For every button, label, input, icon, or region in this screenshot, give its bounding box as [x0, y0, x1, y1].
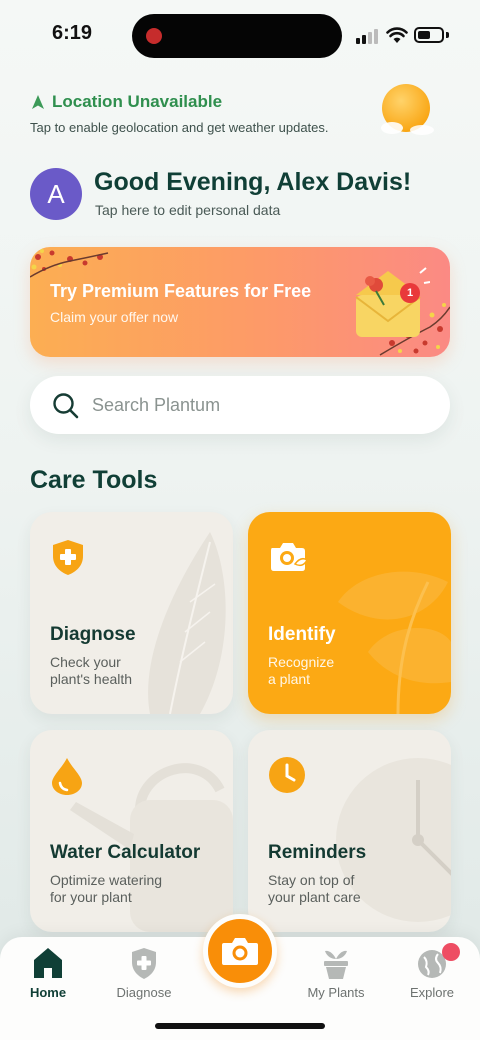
card-title: Identify [268, 624, 336, 645]
greeting-title[interactable]: Good Evening, Alex Davis! [94, 168, 411, 197]
card-title: Water Calculator [50, 842, 201, 863]
card-desc-line: Optimize watering [50, 872, 163, 888]
tab-label: My Plants [307, 985, 365, 1000]
identify-card[interactable]: Identify Recognize a plant [248, 512, 451, 714]
dynamic-island [132, 14, 342, 58]
wifi-icon [386, 27, 408, 43]
water-calculator-card[interactable]: Water Calculator Optimize watering for y… [30, 730, 233, 932]
card-desc-line: a plant [268, 671, 311, 687]
shield-plus-icon [132, 948, 156, 979]
card-description: Recognize a plant [268, 654, 408, 688]
tab-diagnose[interactable]: Diagnose [99, 945, 189, 1000]
battery-cap [446, 32, 449, 38]
cellular-signal-icon [356, 28, 380, 44]
care-tools-heading: Care Tools [30, 466, 158, 494]
status-time: 6:19 [52, 22, 93, 44]
home-icon [34, 948, 62, 978]
location-subtitle[interactable]: Tap to enable geolocation and get weathe… [30, 120, 329, 135]
search-icon [53, 393, 79, 419]
card-desc-line: plant's health [50, 671, 133, 687]
home-indicator [155, 1023, 325, 1029]
card-title: Reminders [268, 842, 367, 863]
search-input[interactable] [92, 376, 422, 434]
reminders-card[interactable]: Reminders Stay on top of your plant care [248, 730, 451, 932]
tab-label: Diagnose [116, 985, 172, 1000]
water-drop-icon [52, 758, 82, 795]
scan-camera-button[interactable] [203, 914, 277, 988]
recording-indicator [146, 28, 162, 44]
plant-pot-icon [324, 950, 348, 979]
premium-promo-banner[interactable]: Try Premium Features for Free Claim your… [30, 247, 450, 357]
camera-leaf-icon [271, 543, 308, 571]
tab-explore[interactable]: Explore [387, 945, 477, 1000]
battery-icon [414, 27, 444, 43]
card-description: Check your plant's health [50, 654, 190, 688]
greeting-subtitle[interactable]: Tap here to edit personal data [95, 202, 280, 218]
promo-subtitle: Claim your offer now [50, 309, 179, 325]
sun-icon [381, 84, 434, 135]
card-desc-line: Recognize [268, 654, 335, 670]
camera-icon [222, 938, 258, 965]
tab-label: Home [29, 985, 67, 1000]
card-description: Optimize watering for your plant [50, 872, 190, 906]
diagnose-card[interactable]: Diagnose Check your plant's health [30, 512, 233, 714]
card-title: Diagnose [50, 624, 136, 645]
location-row[interactable]: Location Unavailable [30, 92, 222, 112]
shield-plus-icon [53, 540, 83, 575]
tab-my-plants[interactable]: My Plants [291, 945, 381, 1000]
location-title: Location Unavailable [52, 92, 223, 111]
envelope-icon [355, 267, 430, 337]
promo-notification-badge: 1 [400, 283, 420, 303]
explore-notification-badge [442, 943, 460, 961]
clock-icon [269, 757, 305, 793]
tab-home[interactable]: Home [3, 945, 93, 1000]
avatar[interactable]: A [30, 168, 82, 220]
tab-label: Explore [409, 985, 455, 1000]
card-desc-line: Stay on top of [268, 872, 355, 888]
card-desc-line: Check your [50, 654, 121, 670]
card-desc-line: your plant care [268, 889, 361, 905]
card-description: Stay on top of your plant care [268, 872, 408, 906]
search-bar[interactable] [30, 376, 450, 434]
location-arrow-icon [32, 95, 44, 109]
promo-title: Try Premium Features for Free [50, 281, 312, 301]
status-bar: 6:19 [0, 0, 480, 72]
card-desc-line: for your plant [50, 889, 132, 905]
